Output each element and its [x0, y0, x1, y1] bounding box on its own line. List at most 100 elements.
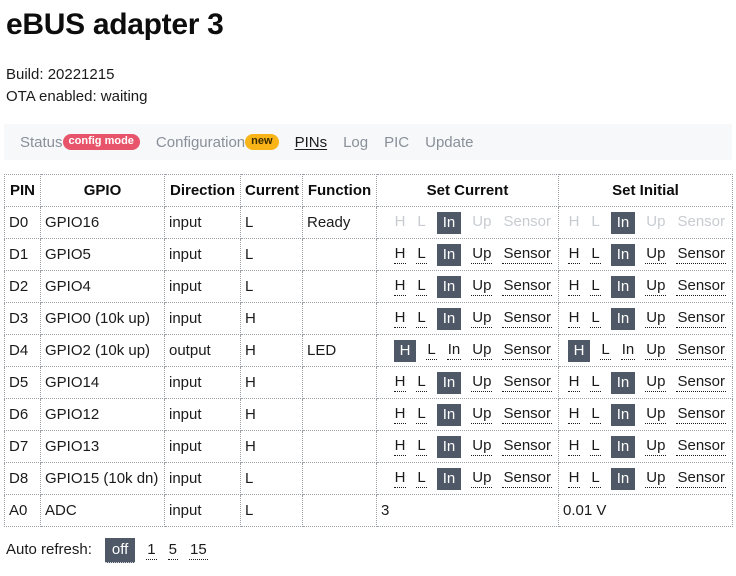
set-initial-button-h[interactable]: H	[567, 373, 581, 392]
set-current-button-sensor[interactable]: Sensor	[502, 373, 552, 392]
set-initial-button-h[interactable]: H	[567, 309, 581, 328]
set-current-button-l[interactable]: L	[416, 469, 427, 488]
set-current-button-l[interactable]: L	[416, 405, 427, 424]
nav-item-pic[interactable]: PIC	[384, 134, 409, 151]
set-current-button-h[interactable]: H	[393, 309, 407, 328]
set-current-button-l[interactable]: L	[416, 437, 427, 456]
set-initial-button-sensor[interactable]: Sensor	[676, 405, 726, 424]
set-initial-button-l[interactable]: L	[590, 469, 601, 488]
set-initial-button-up[interactable]: Up	[645, 437, 667, 456]
set-current-button-h[interactable]: H	[393, 339, 417, 362]
set-current-button-in[interactable]: In	[436, 307, 462, 330]
nav-item-configuration[interactable]: Configuration new	[156, 134, 279, 151]
set-current-button-up[interactable]: Up	[471, 469, 493, 488]
pin-cell: D4	[4, 334, 41, 367]
set-current-button-h[interactable]: H	[393, 437, 407, 456]
set-initial-button-sensor[interactable]: Sensor	[676, 437, 726, 456]
set-current-button-in[interactable]: In	[446, 341, 462, 360]
auto-refresh-option-15[interactable]: 15	[188, 541, 208, 560]
set-initial-button-sensor[interactable]: Sensor	[676, 341, 726, 360]
set-current-button-sensor[interactable]: Sensor	[502, 405, 552, 424]
set-current-button-up[interactable]: Up	[471, 277, 493, 296]
set-initial-button-in[interactable]: In	[610, 403, 636, 426]
set-initial-button-l[interactable]: L	[590, 373, 601, 392]
set-current-button-h[interactable]: H	[393, 277, 407, 296]
function-cell	[302, 302, 377, 335]
set-current-button-h[interactable]: H	[393, 245, 407, 264]
current-cell: H	[240, 302, 303, 335]
set-initial-button-in[interactable]: In	[610, 307, 636, 330]
set-current-button-in[interactable]: In	[436, 243, 462, 266]
set-current-button-in[interactable]: In	[436, 467, 462, 490]
set-initial-button-up[interactable]: Up	[645, 309, 667, 328]
set-initial-button-l[interactable]: L	[590, 277, 601, 296]
set-initial-button-sensor[interactable]: Sensor	[676, 373, 726, 392]
set-initial-button-sensor[interactable]: Sensor	[676, 309, 726, 328]
set-current-button-h[interactable]: H	[393, 469, 407, 488]
set-initial-button-in[interactable]: In	[620, 341, 636, 360]
set-current-button-up[interactable]: Up	[471, 373, 493, 392]
set-current-button-in[interactable]: In	[436, 435, 462, 458]
set-initial-button-up[interactable]: Up	[645, 245, 667, 264]
set-current-button-in[interactable]: In	[436, 371, 462, 394]
set-initial-button-l[interactable]: L	[590, 309, 601, 328]
set-initial-button-l[interactable]: L	[590, 437, 601, 456]
set-current-button-in[interactable]: In	[436, 275, 462, 298]
set-initial-button-l[interactable]: L	[590, 405, 601, 424]
nav-item-status[interactable]: Status config mode	[20, 134, 140, 151]
set-initial-button-h[interactable]: H	[567, 245, 581, 264]
set-initial-button-l[interactable]: L	[590, 245, 601, 264]
set-current-button-sensor[interactable]: Sensor	[502, 437, 552, 456]
set-current-button-sensor[interactable]: Sensor	[502, 309, 552, 328]
gpio-cell: GPIO0 (10k up)	[40, 302, 165, 335]
set-current-button-l[interactable]: L	[416, 309, 427, 328]
nav-item-log[interactable]: Log	[343, 134, 368, 151]
set-initial-buttons: H L In Up Sensor	[563, 403, 728, 426]
set-initial-button-sensor[interactable]: Sensor	[676, 277, 726, 296]
auto-refresh-option-1[interactable]: 1	[146, 541, 157, 560]
set-initial-button-h[interactable]: H	[567, 277, 581, 296]
set-initial-button-in[interactable]: In	[610, 435, 636, 458]
auto-refresh-option-off[interactable]: off	[104, 538, 136, 563]
set-initial-button-up[interactable]: Up	[645, 277, 667, 296]
set-current-button-h[interactable]: H	[393, 373, 407, 392]
set-current-button-l[interactable]: L	[416, 373, 427, 392]
set-current-button-l[interactable]: L	[416, 277, 427, 296]
set-current-button-sensor[interactable]: Sensor	[502, 245, 552, 264]
set-current-button-l[interactable]: L	[426, 341, 437, 360]
set-current-button-up[interactable]: Up	[471, 341, 493, 360]
set-initial-button-sensor[interactable]: Sensor	[676, 245, 726, 264]
set-initial-button-in[interactable]: In	[610, 467, 636, 490]
set-current-button-in[interactable]: In	[436, 403, 462, 426]
set-initial-button-in[interactable]: In	[610, 371, 636, 394]
nav-item-pins[interactable]: PINs	[295, 134, 328, 151]
set-current-cell: H L In Up Sensor	[376, 398, 559, 431]
set-initial-button-up[interactable]: Up	[645, 405, 667, 424]
set-current-button-up[interactable]: Up	[471, 245, 493, 264]
set-current-button-l[interactable]: L	[416, 245, 427, 264]
set-initial-button-in[interactable]: In	[610, 275, 636, 298]
set-current-button-sensor[interactable]: Sensor	[502, 469, 552, 488]
set-current-button-sensor[interactable]: Sensor	[502, 277, 552, 296]
set-initial-button-up[interactable]: Up	[645, 373, 667, 392]
direction-cell: input	[164, 366, 241, 399]
nav-item-label: Status	[20, 133, 63, 151]
set-current-button-sensor[interactable]: Sensor	[502, 341, 552, 360]
set-initial-button-h[interactable]: H	[567, 469, 581, 488]
set-initial-button-up[interactable]: Up	[645, 469, 667, 488]
set-current-button-up[interactable]: Up	[471, 309, 493, 328]
set-initial-button-l[interactable]: L	[600, 341, 611, 360]
nav-item-update[interactable]: Update	[425, 134, 473, 151]
auto-refresh-option-5[interactable]: 5	[167, 541, 178, 560]
set-initial-button-in[interactable]: In	[610, 243, 636, 266]
set-initial-button-up[interactable]: Up	[645, 341, 667, 360]
pin-cell: A0	[4, 494, 41, 527]
set-initial-button-h[interactable]: H	[567, 405, 581, 424]
set-initial-button-h[interactable]: H	[567, 437, 581, 456]
set-current-button-h[interactable]: H	[393, 405, 407, 424]
set-current-button-up[interactable]: Up	[471, 405, 493, 424]
set-initial-button-h[interactable]: H	[567, 339, 591, 362]
set-current-button-up[interactable]: Up	[471, 437, 493, 456]
direction-cell: input	[164, 238, 241, 271]
set-initial-button-sensor[interactable]: Sensor	[676, 469, 726, 488]
